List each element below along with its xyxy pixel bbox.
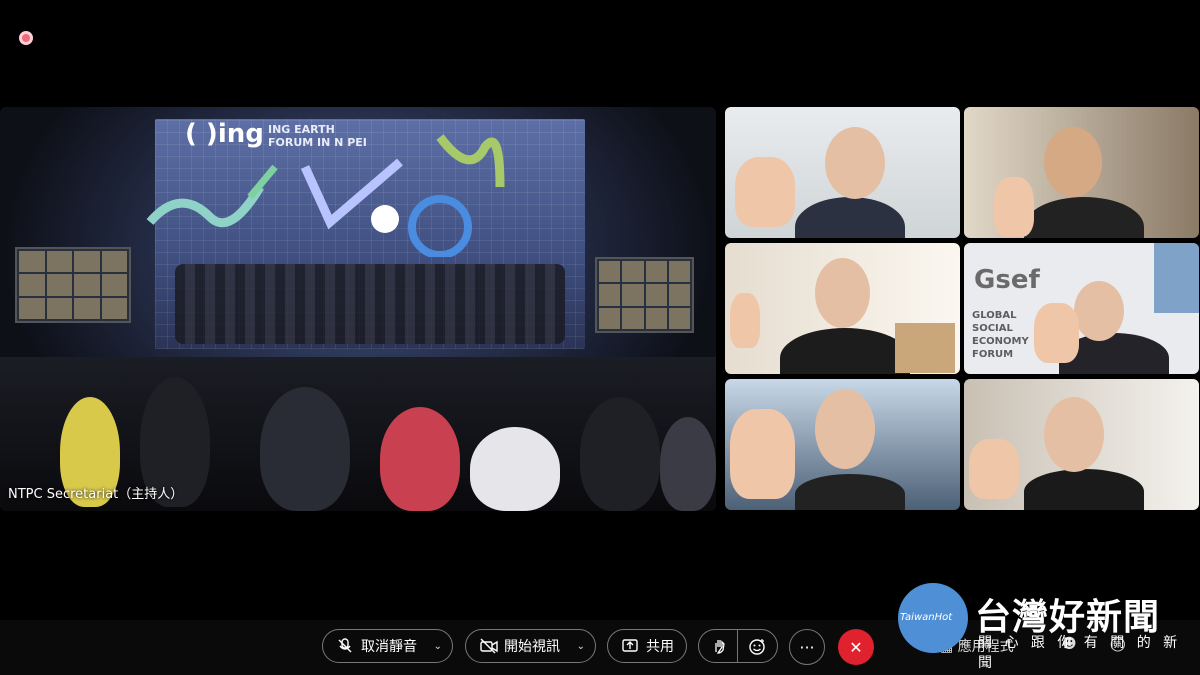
side-screen-right	[595, 257, 694, 333]
mic-muted-icon	[337, 638, 353, 654]
start-video-button[interactable]: 開始視訊 ⌄	[465, 629, 596, 663]
gsef-logo: Gsef	[974, 265, 1040, 295]
stage-graphic	[146, 134, 505, 257]
host-name-label: NTPC Secretariat（主持人）	[8, 487, 184, 502]
main-video-tile[interactable]: ( )ing ING EARTH FORUM IN N PEI NTPC Sec…	[0, 107, 716, 511]
end-call-button[interactable]: ✕	[838, 629, 874, 665]
unmute-label: 取消靜音	[361, 639, 417, 655]
recording-indicator-icon	[19, 31, 33, 45]
participant-tile-1[interactable]	[725, 107, 960, 238]
share-screen-icon	[622, 638, 638, 654]
watermark-slogan: 關 心 跟 你 有 關 的 新 聞	[978, 635, 1182, 671]
participant-tile-2[interactable]	[964, 107, 1199, 238]
share-button[interactable]: 共用	[607, 629, 687, 663]
reactions-group	[698, 629, 778, 663]
chevron-down-icon[interactable]: ⌄	[434, 641, 442, 652]
start-video-label: 開始視訊	[504, 639, 560, 655]
share-label: 共用	[646, 639, 674, 655]
watermark-sub: TaiwanHot	[900, 612, 953, 623]
raise-hand-icon[interactable]	[711, 638, 727, 654]
participant-tile-5[interactable]	[725, 379, 960, 510]
side-screen-left	[15, 247, 131, 323]
unmute-button[interactable]: 取消靜音 ⌄	[322, 629, 453, 663]
more-options-button[interactable]: ···	[789, 629, 825, 665]
participant-tile-6[interactable]	[964, 379, 1199, 510]
participant-tile-3[interactable]	[725, 243, 960, 374]
gsef-text: GLOBAL SOCIAL ECONOMY FORUM	[972, 310, 1029, 360]
participant-tile-4[interactable]: Gsef GLOBAL SOCIAL ECONOMY FORUM	[964, 243, 1199, 374]
video-off-icon	[480, 638, 498, 654]
emoji-reaction-icon[interactable]	[748, 638, 765, 655]
chevron-down-icon[interactable]: ⌄	[577, 641, 585, 652]
stage-people	[175, 264, 565, 344]
